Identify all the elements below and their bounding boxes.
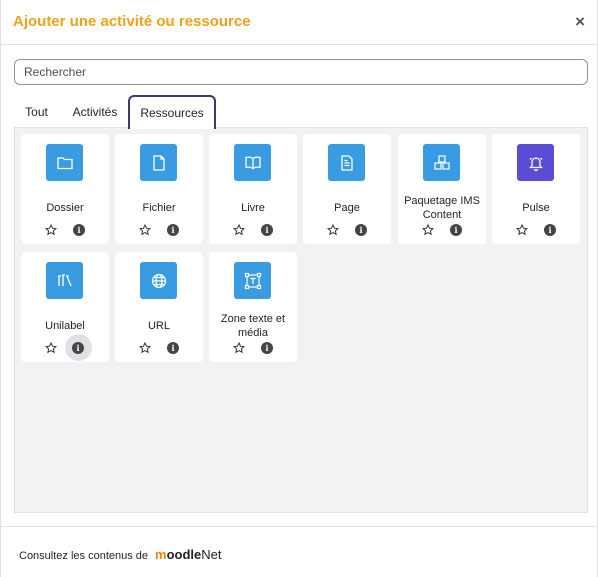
text-media-icon — [234, 262, 271, 299]
modal-footer: Consultez les contenus de moodleNet — [1, 526, 597, 577]
close-button[interactable]: × — [575, 13, 585, 30]
star-icon[interactable] — [516, 224, 528, 236]
info-icon[interactable]: i — [72, 342, 84, 354]
globe-icon — [140, 262, 177, 299]
page-icon — [328, 144, 365, 181]
bell-icon — [517, 144, 554, 181]
info-icon[interactable]: i — [261, 342, 273, 354]
star-icon[interactable] — [45, 342, 57, 354]
resource-grid: Dossier i Fichier i Livre i Page i Paque… — [14, 127, 588, 513]
resource-label: Unilabel — [45, 320, 85, 332]
star-icon[interactable] — [139, 224, 151, 236]
star-icon[interactable] — [45, 224, 57, 236]
resource-label: Dossier — [46, 202, 84, 214]
file-icon — [140, 144, 177, 181]
info-icon[interactable]: i — [544, 224, 556, 236]
resource-label: Pulse — [522, 202, 550, 214]
search-input[interactable] — [14, 59, 588, 85]
brand-oodle: oodle — [166, 547, 202, 562]
ims-package-icon — [423, 144, 460, 181]
resource-card-ims-package[interactable]: Paquetage IMS Content i — [398, 134, 486, 244]
info-icon[interactable]: i — [167, 342, 179, 354]
star-icon[interactable] — [233, 224, 245, 236]
resource-card-pulse[interactable]: Pulse i — [492, 134, 580, 244]
modal-header: Ajouter une activité ou ressource × — [1, 0, 597, 45]
resource-card-unilabel[interactable]: Unilabel i — [21, 252, 109, 362]
info-icon[interactable]: i — [355, 224, 367, 236]
resource-card-livre[interactable]: Livre i — [209, 134, 297, 244]
resource-card-url[interactable]: URL i — [115, 252, 203, 362]
modal-title: Ajouter une activité ou ressource — [13, 13, 251, 30]
unilabel-icon — [46, 262, 83, 299]
info-icon[interactable]: i — [167, 224, 179, 236]
star-icon[interactable] — [422, 224, 434, 236]
moodlenet-logo-link[interactable]: moodleNet — [155, 547, 221, 562]
resource-card-page[interactable]: Page i — [303, 134, 391, 244]
resource-label: Fichier — [142, 202, 176, 214]
star-icon[interactable] — [139, 342, 151, 354]
resource-label: Livre — [241, 202, 265, 214]
tab-all[interactable]: Tout — [14, 95, 59, 128]
folder-icon — [46, 144, 83, 181]
info-icon[interactable]: i — [261, 224, 273, 236]
resource-card-dossier[interactable]: Dossier i — [21, 134, 109, 244]
resource-label: Paquetage IMS Content — [404, 195, 480, 221]
resource-label: Page — [334, 202, 360, 214]
star-icon[interactable] — [327, 224, 339, 236]
brand-net: Net — [201, 547, 222, 562]
footer-text: Consultez les contenus de — [19, 550, 149, 562]
info-icon[interactable]: i — [73, 224, 85, 236]
star-icon[interactable] — [233, 342, 245, 354]
resource-card-fichier[interactable]: Fichier i — [115, 134, 203, 244]
book-icon — [234, 144, 271, 181]
resource-card-text-media[interactable]: Zone texte et média i — [209, 252, 297, 362]
add-activity-modal: Ajouter une activité ou ressource × Tout… — [0, 0, 598, 577]
brand-m: m — [155, 547, 167, 562]
info-icon[interactable]: i — [450, 224, 462, 236]
tab-resources[interactable]: Ressources — [128, 95, 216, 129]
resource-label: Zone texte et média — [220, 313, 286, 339]
tab-activities[interactable]: Activités — [62, 95, 128, 128]
tab-bar: Tout Activités Ressources — [14, 95, 588, 129]
resource-label: URL — [147, 320, 170, 332]
